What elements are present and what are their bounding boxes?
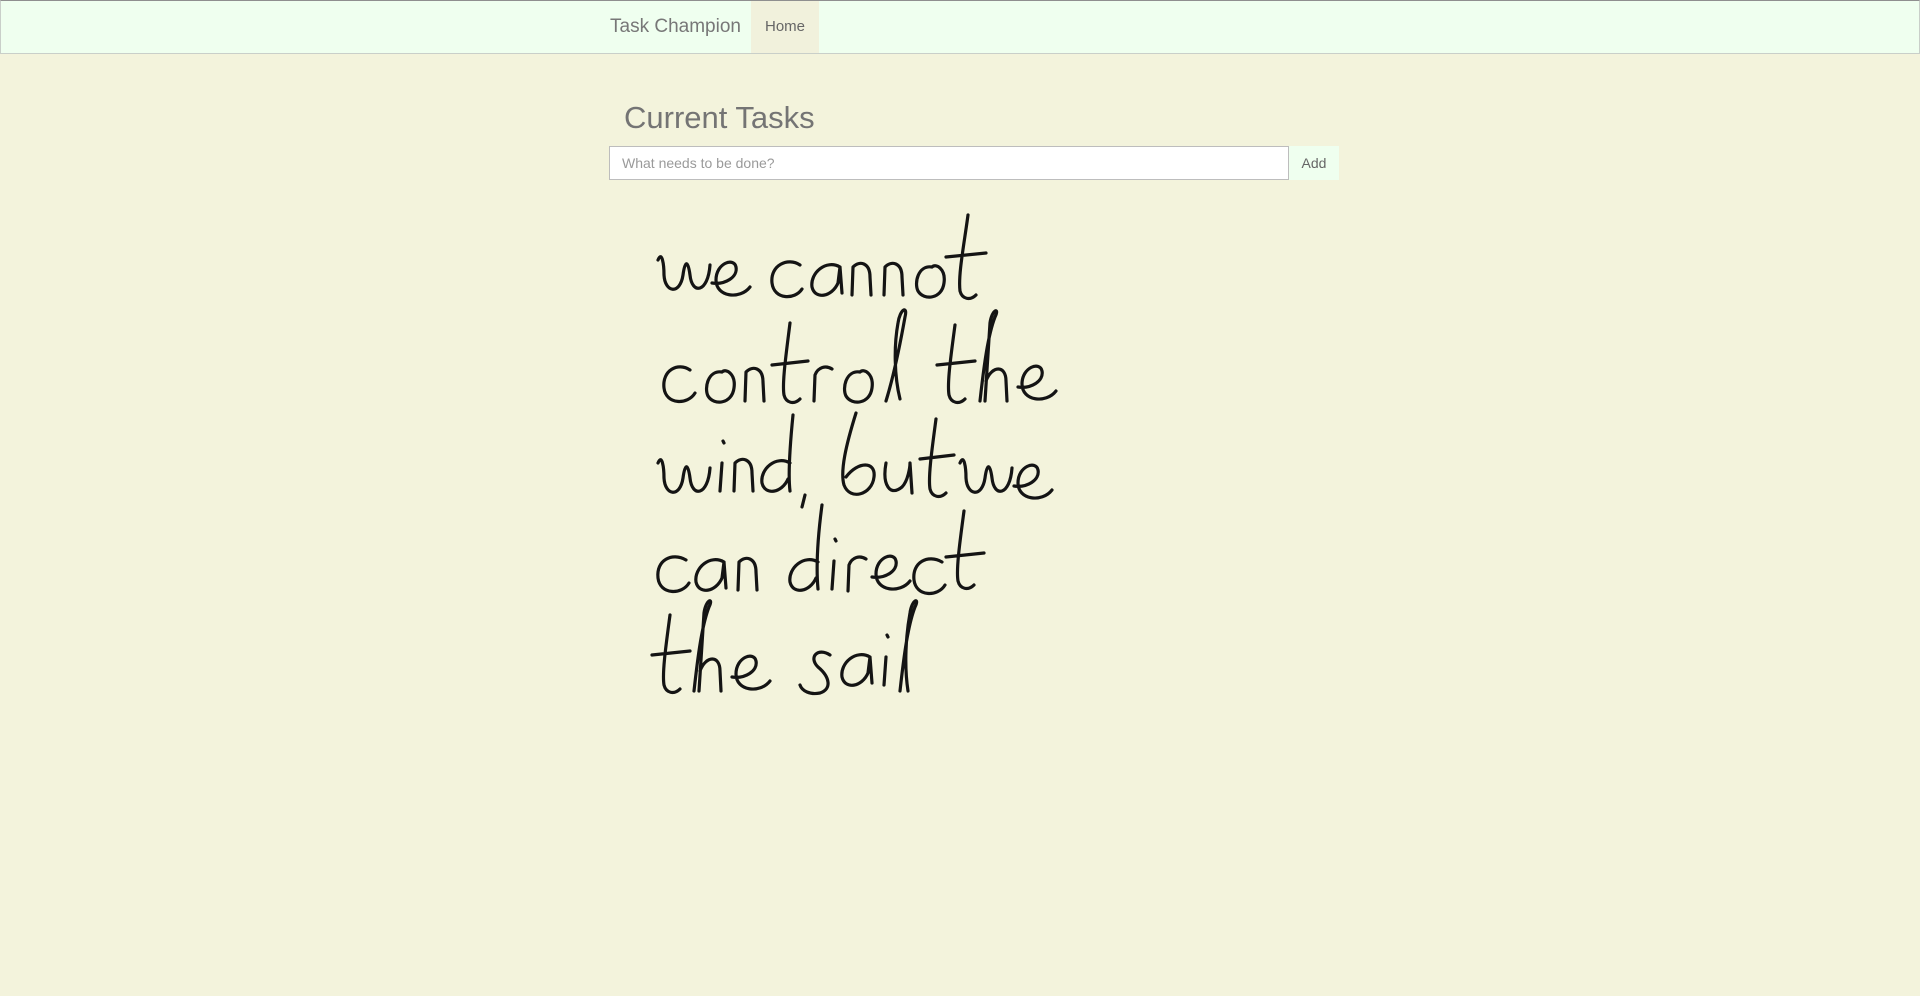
brand-link[interactable]: Task Champion [610,1,741,53]
handwriting-line-5 [650,599,919,696]
handwriting-line-1 [656,213,988,301]
add-task-button[interactable]: Add [1289,146,1339,180]
handwriting-line-4 [656,503,986,595]
handwriting-line-3 [656,411,1054,509]
handwriting-line-2 [662,308,1058,405]
handwritten-note [650,213,1058,696]
page-title: Current Tasks [624,100,815,135]
nav-home-link[interactable]: Home [751,1,819,53]
top-navbar: Task Champion Home [0,0,1920,54]
new-task-input[interactable] [609,146,1289,180]
